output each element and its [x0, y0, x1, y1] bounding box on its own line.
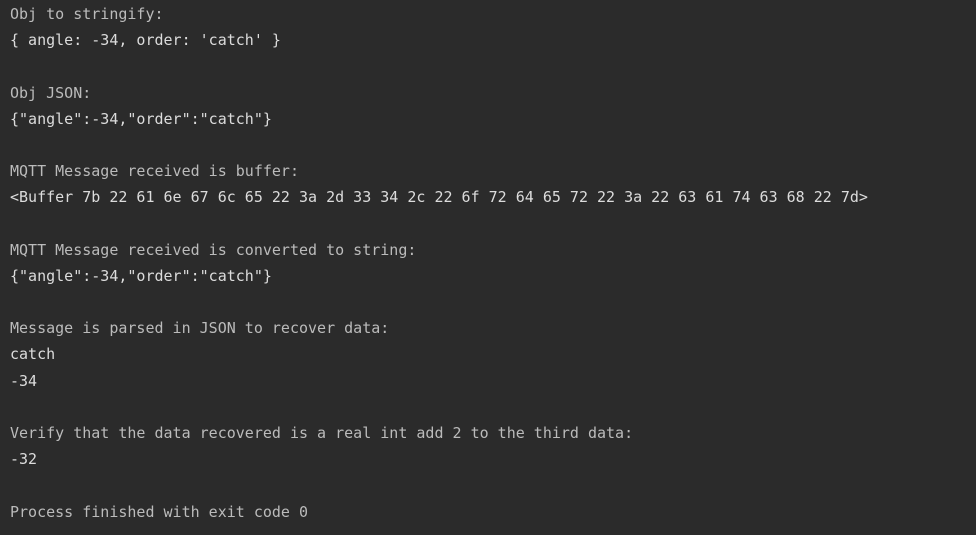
- console-line-2: { angle: -34, order: 'catch' }: [10, 31, 281, 50]
- console-line-19: [10, 472, 976, 498]
- console-output[interactable]: Obj to stringify: { angle: -34, order: '…: [0, 0, 976, 535]
- console-line-5: {"angle":-34,"order":"catch"}: [10, 109, 272, 128]
- console-line-17: Verify that the data recovered is a real…: [10, 424, 634, 442]
- console-line-18: -32: [10, 450, 38, 469]
- console-line-13: Message is parsed in JSON to recover dat…: [10, 319, 390, 338]
- console-line-1: Obj to stringify:: [10, 5, 164, 23]
- console-line-6: [10, 132, 976, 158]
- console-line-14: catch: [10, 345, 56, 364]
- console-line-9: [10, 211, 976, 237]
- console-line-16: [10, 394, 976, 420]
- console-line-10: MQTT Message received is converted to st…: [10, 240, 417, 259]
- console-line-4: Obj JSON:: [10, 83, 92, 102]
- console-line-20: Process finished with exit code 0: [10, 502, 309, 521]
- console-line-8: <Buffer 7b 22 61 6e 67 6c 65 22 3a 2d 33…: [10, 188, 868, 207]
- console-line-15: -34: [10, 371, 38, 390]
- console-line-11: {"angle":-34,"order":"catch"}: [10, 266, 272, 285]
- console-line-3: [10, 53, 976, 79]
- console-line-12: [10, 289, 976, 315]
- console-line-7: MQTT Message received is buffer:: [10, 162, 299, 181]
